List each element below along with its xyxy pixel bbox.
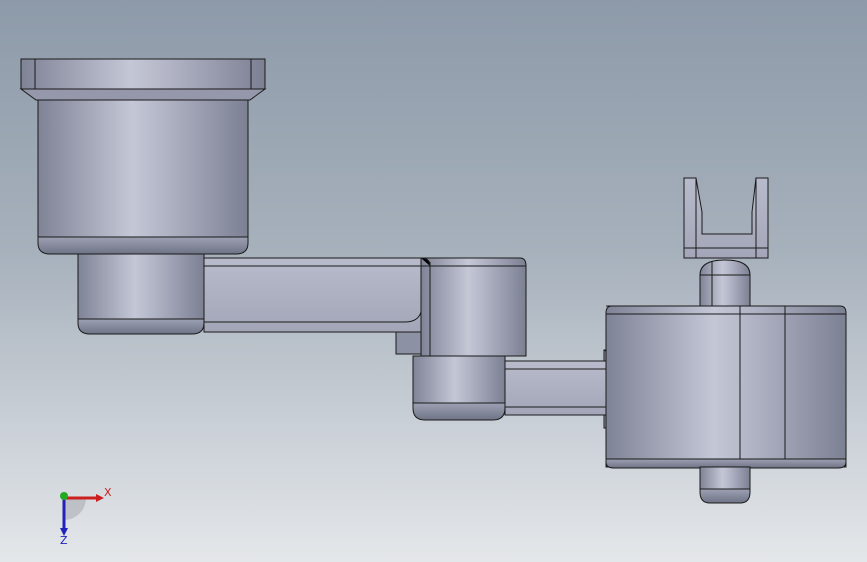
base-top-flange — [19, 58, 267, 101]
bottom-shaft — [699, 466, 751, 504]
shoulder-hub — [77, 253, 205, 335]
gripper-post — [699, 259, 751, 307]
orientation-triad[interactable]: X Z — [60, 486, 112, 547]
elbow-joint — [420, 257, 527, 357]
upper-link — [203, 257, 431, 355]
gripper-fork — [683, 177, 769, 259]
robot-arm-model[interactable] — [19, 58, 847, 504]
base-cylinder — [37, 99, 249, 255]
forearm-hub — [412, 355, 506, 421]
z-axis-label: Z — [60, 534, 68, 547]
x-arrowhead-icon — [96, 494, 104, 502]
graphics-viewport[interactable]: X Z — [0, 0, 867, 562]
x-axis-label: X — [104, 486, 112, 499]
wrist-housing — [605, 305, 847, 469]
triad-shadow — [64, 498, 86, 520]
y-axis-dot — [60, 492, 68, 500]
model-view[interactable]: X Z — [0, 0, 867, 562]
